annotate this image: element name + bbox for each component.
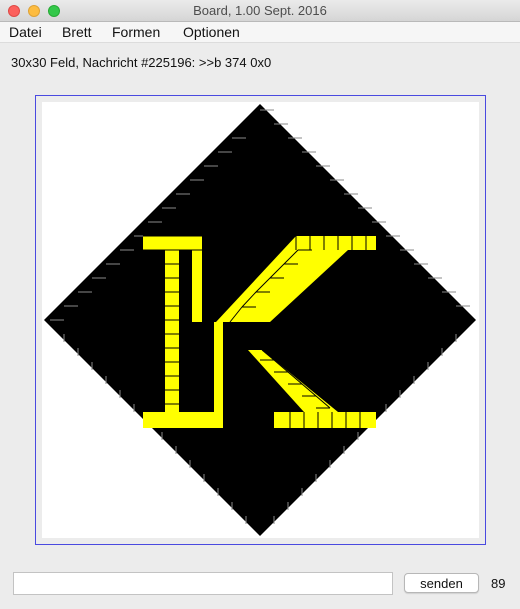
- board-canvas[interactable]: [42, 102, 479, 538]
- menu-optionen[interactable]: Optionen: [183, 24, 240, 40]
- title-bar: Board, 1.00 Sept. 2016: [0, 0, 520, 22]
- status-message: 30x30 Feld, Nachricht #225196: >>b 374 0…: [11, 55, 272, 70]
- menu-bar: Datei Brett Formen Optionen: [0, 22, 520, 43]
- window-title: Board, 1.00 Sept. 2016: [193, 3, 327, 18]
- message-input[interactable]: [13, 572, 393, 595]
- message-counter: 89: [491, 576, 506, 591]
- menu-formen[interactable]: Formen: [112, 24, 160, 40]
- board-svg[interactable]: [42, 102, 479, 538]
- menu-datei[interactable]: Datei: [9, 24, 42, 40]
- send-button[interactable]: senden: [404, 573, 479, 593]
- menu-brett[interactable]: Brett: [62, 24, 92, 40]
- board-frame: [35, 95, 486, 545]
